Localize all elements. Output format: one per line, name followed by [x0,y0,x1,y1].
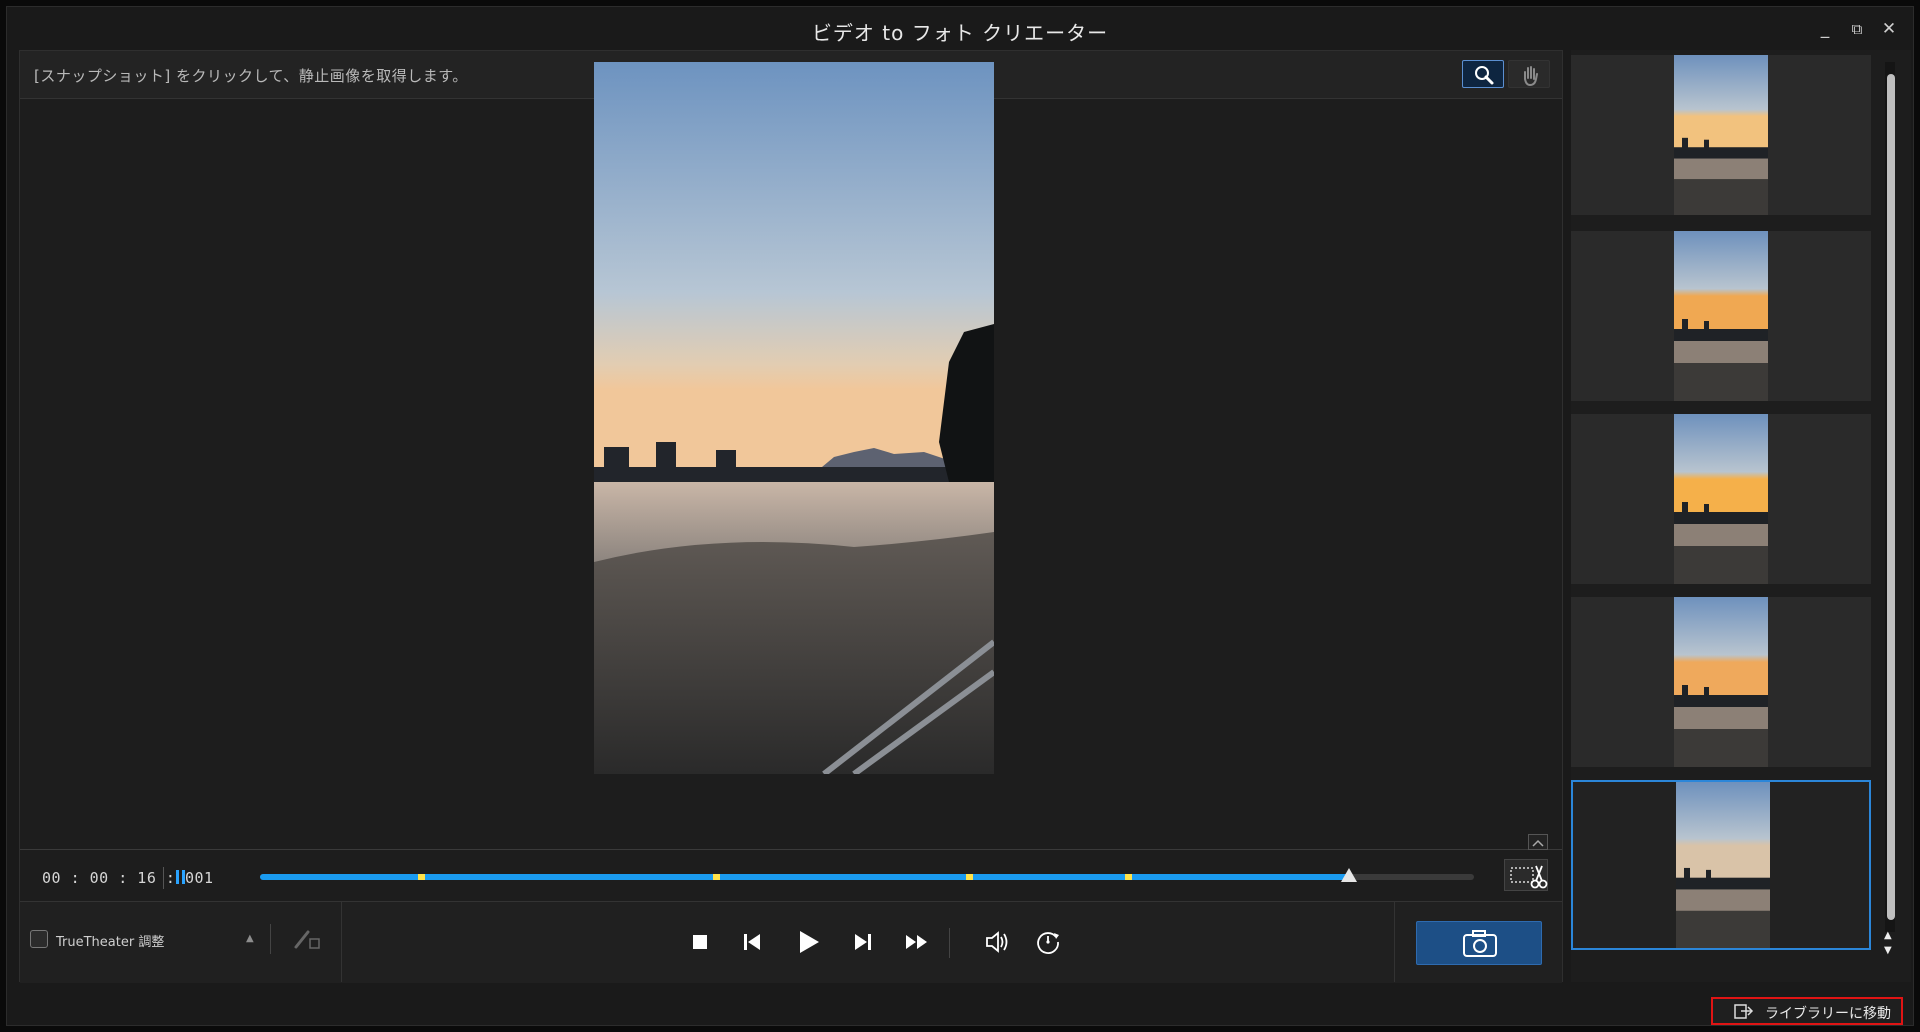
snapshot-section [1394,902,1564,982]
play-button[interactable] [788,922,828,962]
snapshot-marker[interactable] [418,874,426,880]
video-preview [594,62,994,774]
zoom-tool-button[interactable] [1462,60,1504,88]
truetheater-edit-button[interactable] [288,922,324,956]
scroll-down-arrow-icon[interactable]: ▼ [1884,945,1892,956]
window-title: ビデオ to フォト クリエーター [811,21,1109,45]
close-button[interactable]: ✕ [1877,17,1901,41]
camera-icon [1463,930,1497,957]
editor-panel: [スナップショット] をクリックして、静止画像を取得します。 00: 00:… [19,50,1563,983]
snapshot-thumbnail[interactable] [1571,55,1871,215]
playback-speed-button[interactable] [1028,922,1068,962]
snapshot-marker[interactable] [965,874,973,880]
snapshot-marker[interactable] [1125,874,1132,880]
snapshot-thumbnail[interactable] [1571,231,1871,401]
speaker-icon [986,931,1008,953]
magnifier-icon [1475,66,1494,85]
skip-back-icon [744,934,760,950]
play-icon [800,931,819,953]
stop-button[interactable] [680,922,720,962]
truetheater-section: TrueTheater 調整 ▲ [20,902,342,982]
previous-frame-button[interactable] [732,922,772,962]
truetheater-checkbox[interactable] [30,930,48,948]
scroll-up-arrow-icon[interactable]: ▲ [1884,930,1892,941]
playback-controls-bar: TrueTheater 調整 ▲ [20,901,1562,983]
speed-dial-icon [1037,932,1059,954]
minimize-button[interactable]: _ [1813,17,1837,41]
hand-tool-button[interactable] [1508,60,1550,88]
collapse-timeline-button[interactable] [1528,834,1548,850]
trim-button[interactable] [1504,859,1548,891]
hand-icon [1524,66,1538,87]
hint-text: [スナップショット] をクリックして、静止画像を取得します。 [34,67,468,85]
snapshot-thumbnail[interactable] [1571,414,1871,584]
timecode-separator [163,867,164,889]
snapshot-thumbnail-list: ▲ ▼ [1571,50,1911,982]
thumbnail-image [1674,414,1768,584]
fast-forward-button[interactable] [897,922,937,962]
pencil-icon [294,930,320,949]
thumbnail-image [1676,782,1770,948]
stop-icon [693,935,707,949]
timeline-divider [20,849,1562,850]
truetheater-separator [270,924,271,954]
go-to-library-button[interactable]: ライブラリーに移動 [1711,997,1903,1025]
chevron-up-icon [1532,839,1544,847]
title-bar: ビデオ to フォト クリエーター _ ⧉ ✕ [7,7,1913,51]
truetheater-expand-arrow-icon[interactable]: ▲ [246,933,254,944]
thumbnail-scrollbar[interactable] [1887,74,1895,920]
export-icon [1734,1004,1754,1019]
thumbnail-image [1674,597,1768,767]
seek-knob[interactable] [1340,868,1357,882]
snapshot-button[interactable] [1416,921,1542,965]
truetheater-label: TrueTheater 調整 [56,935,165,950]
volume-button[interactable] [977,922,1017,962]
timecode-display: 00 : 00 : 16 : 001 [42,869,214,887]
next-frame-button[interactable] [843,922,883,962]
go-to-library-label: ライブラリーに移動 [1765,1006,1891,1022]
snapshot-thumbnail[interactable] [1571,780,1871,950]
skip-forward-icon [855,934,871,950]
fast-forward-icon [906,935,927,949]
thumbnail-image [1674,55,1768,215]
snapshot-thumbnail[interactable] [1571,597,1871,767]
scissors-icon [1510,865,1548,889]
restore-button[interactable]: ⧉ [1845,17,1869,41]
controls-separator [949,928,950,958]
snapshot-marker[interactable] [713,874,721,880]
thumbnail-image [1674,231,1768,401]
seek-track[interactable] [260,868,1474,882]
pause-indicator-icon [176,870,186,884]
app-window: ビデオ to フォト クリエーター _ ⧉ ✕ [スナップショット] をクリック… [6,6,1914,1026]
